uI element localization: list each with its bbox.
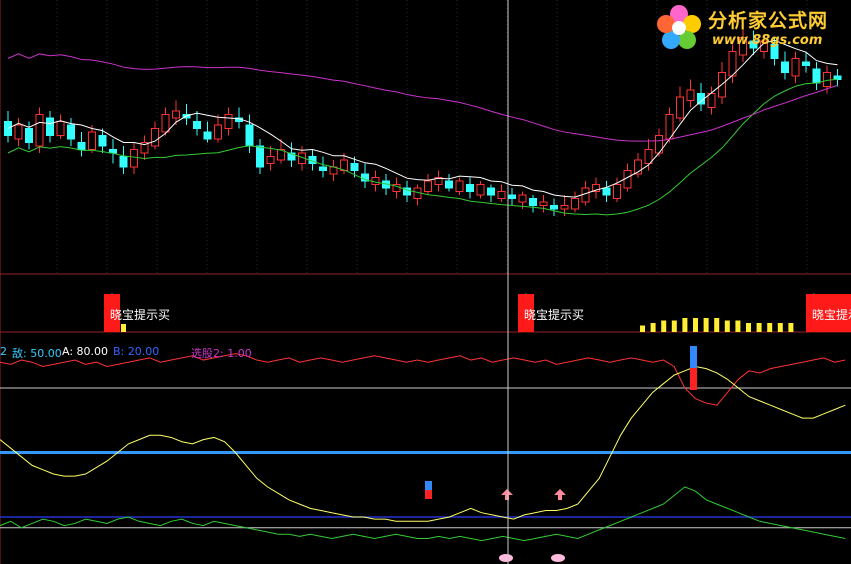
candle-body xyxy=(707,93,716,108)
candle-body xyxy=(161,114,170,133)
candle-body xyxy=(487,187,495,196)
buy-signal-label-2: 晓宝提示买 xyxy=(524,308,585,322)
signal-bar xyxy=(788,323,794,332)
candle-body xyxy=(791,58,800,77)
candle-body xyxy=(224,114,233,129)
watermark-title: 分析家公式网 xyxy=(708,10,829,32)
candle-body xyxy=(4,121,12,136)
marker-blue xyxy=(690,346,697,368)
candle-body xyxy=(455,180,464,192)
signal-bar xyxy=(735,320,741,332)
candle-body xyxy=(823,72,831,87)
buy-signal-label-3: 晓宝提示买 xyxy=(812,308,851,322)
buy-signal-label-1: 晓宝提示买 xyxy=(110,308,171,322)
candle-body xyxy=(424,180,432,192)
candle-body xyxy=(25,128,33,143)
candle-body xyxy=(508,194,516,199)
candle-body xyxy=(445,180,453,189)
diamond-marker-icon xyxy=(499,554,513,562)
candle-body xyxy=(77,142,86,150)
candle-body xyxy=(613,184,621,199)
candle-body xyxy=(245,124,254,147)
marker-blue xyxy=(425,481,432,490)
candle-body xyxy=(560,205,569,210)
candle-body xyxy=(98,135,107,147)
candle-body xyxy=(371,177,380,185)
flower-logo-icon xyxy=(657,5,701,49)
candle-body xyxy=(476,184,485,196)
candle-body xyxy=(256,145,264,168)
candle-body xyxy=(571,198,579,210)
legend-prefix: 2 xyxy=(0,345,7,358)
candle-body xyxy=(602,187,611,196)
candle-body xyxy=(518,194,527,203)
candle-body xyxy=(529,198,537,206)
candle-body xyxy=(88,131,96,150)
signal-bar xyxy=(777,323,783,332)
candle-body xyxy=(676,96,684,119)
candle-body xyxy=(350,163,359,171)
candle-body xyxy=(130,149,138,168)
candle-body xyxy=(119,156,128,168)
signal-bar xyxy=(640,325,645,332)
marker-red xyxy=(690,368,697,390)
signal-bar xyxy=(767,323,773,332)
candle-body xyxy=(203,131,212,140)
legend-b: B: 20.00 xyxy=(113,345,160,358)
legend-pick: 选股2: 1.00 xyxy=(191,347,252,360)
signal-bar xyxy=(703,318,709,332)
candle-body xyxy=(193,121,201,129)
signal-bar xyxy=(661,320,667,332)
candle-body xyxy=(550,205,558,210)
marker-red xyxy=(425,490,432,499)
diamond-marker-icon xyxy=(551,554,565,562)
signal-bar xyxy=(121,324,126,332)
candle-body xyxy=(802,61,810,66)
signal-bar xyxy=(693,318,698,332)
candle-body xyxy=(35,114,44,147)
candle-body xyxy=(812,68,821,84)
candle-body xyxy=(67,124,75,140)
candle-body xyxy=(319,166,327,171)
signal-bar xyxy=(671,320,677,332)
candle-body xyxy=(686,89,695,101)
candle-body xyxy=(266,156,275,164)
candle-body xyxy=(581,187,590,203)
candle-body xyxy=(781,61,789,73)
signal-bar xyxy=(682,318,688,332)
stock-chart[interactable] xyxy=(0,0,851,564)
signal-bar xyxy=(650,323,656,332)
candle-body xyxy=(833,75,842,80)
legend-di: 敌: 50.00 xyxy=(12,347,62,360)
candle-body xyxy=(172,110,180,119)
signal-bar xyxy=(724,320,730,332)
watermark-url: www.88gs.com xyxy=(712,33,823,48)
candle-body xyxy=(56,121,65,136)
signal-bar xyxy=(714,318,720,332)
watermark-logo: 分析家公式网 www.88gs.com xyxy=(650,0,851,56)
candle-body xyxy=(497,191,506,199)
candle-body xyxy=(466,184,474,192)
candle-body xyxy=(14,124,23,140)
signal-bar xyxy=(756,323,762,332)
candle-body xyxy=(46,117,54,136)
candle-body xyxy=(151,128,159,147)
legend-a: A: 80.00 xyxy=(62,345,109,358)
candle-body xyxy=(539,201,548,206)
signal-bar xyxy=(746,323,751,332)
candle-body xyxy=(214,124,222,140)
